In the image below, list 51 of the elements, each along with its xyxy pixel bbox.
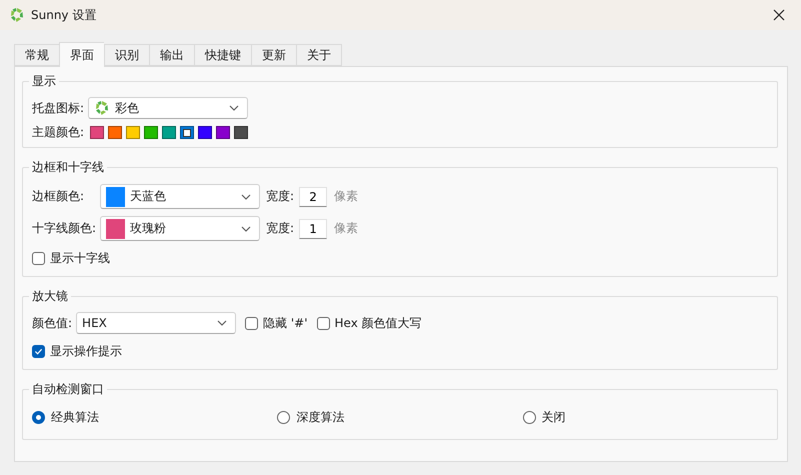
unit-label: 像素 [334,220,358,237]
color-swatch[interactable] [234,126,248,139]
dropdown[interactable]: HEX [76,312,236,334]
tab[interactable]: 快捷键 [194,44,251,66]
tab[interactable]: 更新 [251,44,296,66]
tab[interactable]: 输出 [149,44,194,66]
field-label: 十字线颜色: [32,220,96,237]
chevron-icon [241,226,252,232]
radio-button[interactable]: 经典算法 [32,409,278,426]
checkbox[interactable]: Hex 颜色值大写 [316,314,422,332]
chevron-icon [217,320,228,326]
tab[interactable]: 界面 [59,42,104,67]
color-swatch[interactable] [198,126,212,139]
check-icon [34,347,43,356]
field-label: 宽度: [266,220,294,237]
tab[interactable]: 识别 [104,44,149,66]
radio-button[interactable]: 深度算法 [277,409,523,426]
field-label: 宽度: [266,188,294,205]
close-icon [773,9,785,21]
group-title: 显示 [31,73,57,90]
checkbox[interactable]: 隐藏 '#' [245,314,308,332]
chevron-icon [229,105,240,111]
number-field[interactable]: 1 [299,218,328,238]
radio-button[interactable]: 关闭 [522,409,768,426]
field-label: 主题颜色: [32,124,84,141]
dropdown[interactable]: 彩色 [88,97,248,119]
number-field[interactable]: 2 [299,186,328,206]
color-swatch[interactable] [216,126,230,139]
dropdown[interactable]: 天蓝色 [100,184,260,209]
group-title: 放大镜 [31,288,69,305]
field-label: 颜色值: [32,314,72,332]
app-logo-icon [94,100,110,116]
color-swatch[interactable] [144,126,158,139]
group-title: 自动检测窗口 [31,381,105,398]
chevron-icon [241,194,252,200]
checkbox[interactable]: 显示操作提示 [32,343,122,360]
color-swatch[interactable] [180,126,194,139]
unit-label: 像素 [334,188,358,205]
group-title: 边框和十字线 [31,159,105,176]
color-swatch[interactable] [162,126,176,139]
field-label: 托盘图标: [32,100,84,116]
app-logo-icon [9,7,25,23]
checkbox[interactable]: 显示十字线 [32,250,110,267]
tab[interactable]: 关于 [296,44,342,66]
tab[interactable]: 常规 [14,44,59,66]
color-swatch[interactable] [108,126,122,139]
window-title: Sunny 设置 [31,6,98,24]
color-swatch[interactable] [126,126,140,139]
dropdown[interactable]: 玫瑰粉 [100,216,260,241]
field-label: 边框颜色: [32,188,86,205]
color-swatch[interactable] [90,126,104,139]
